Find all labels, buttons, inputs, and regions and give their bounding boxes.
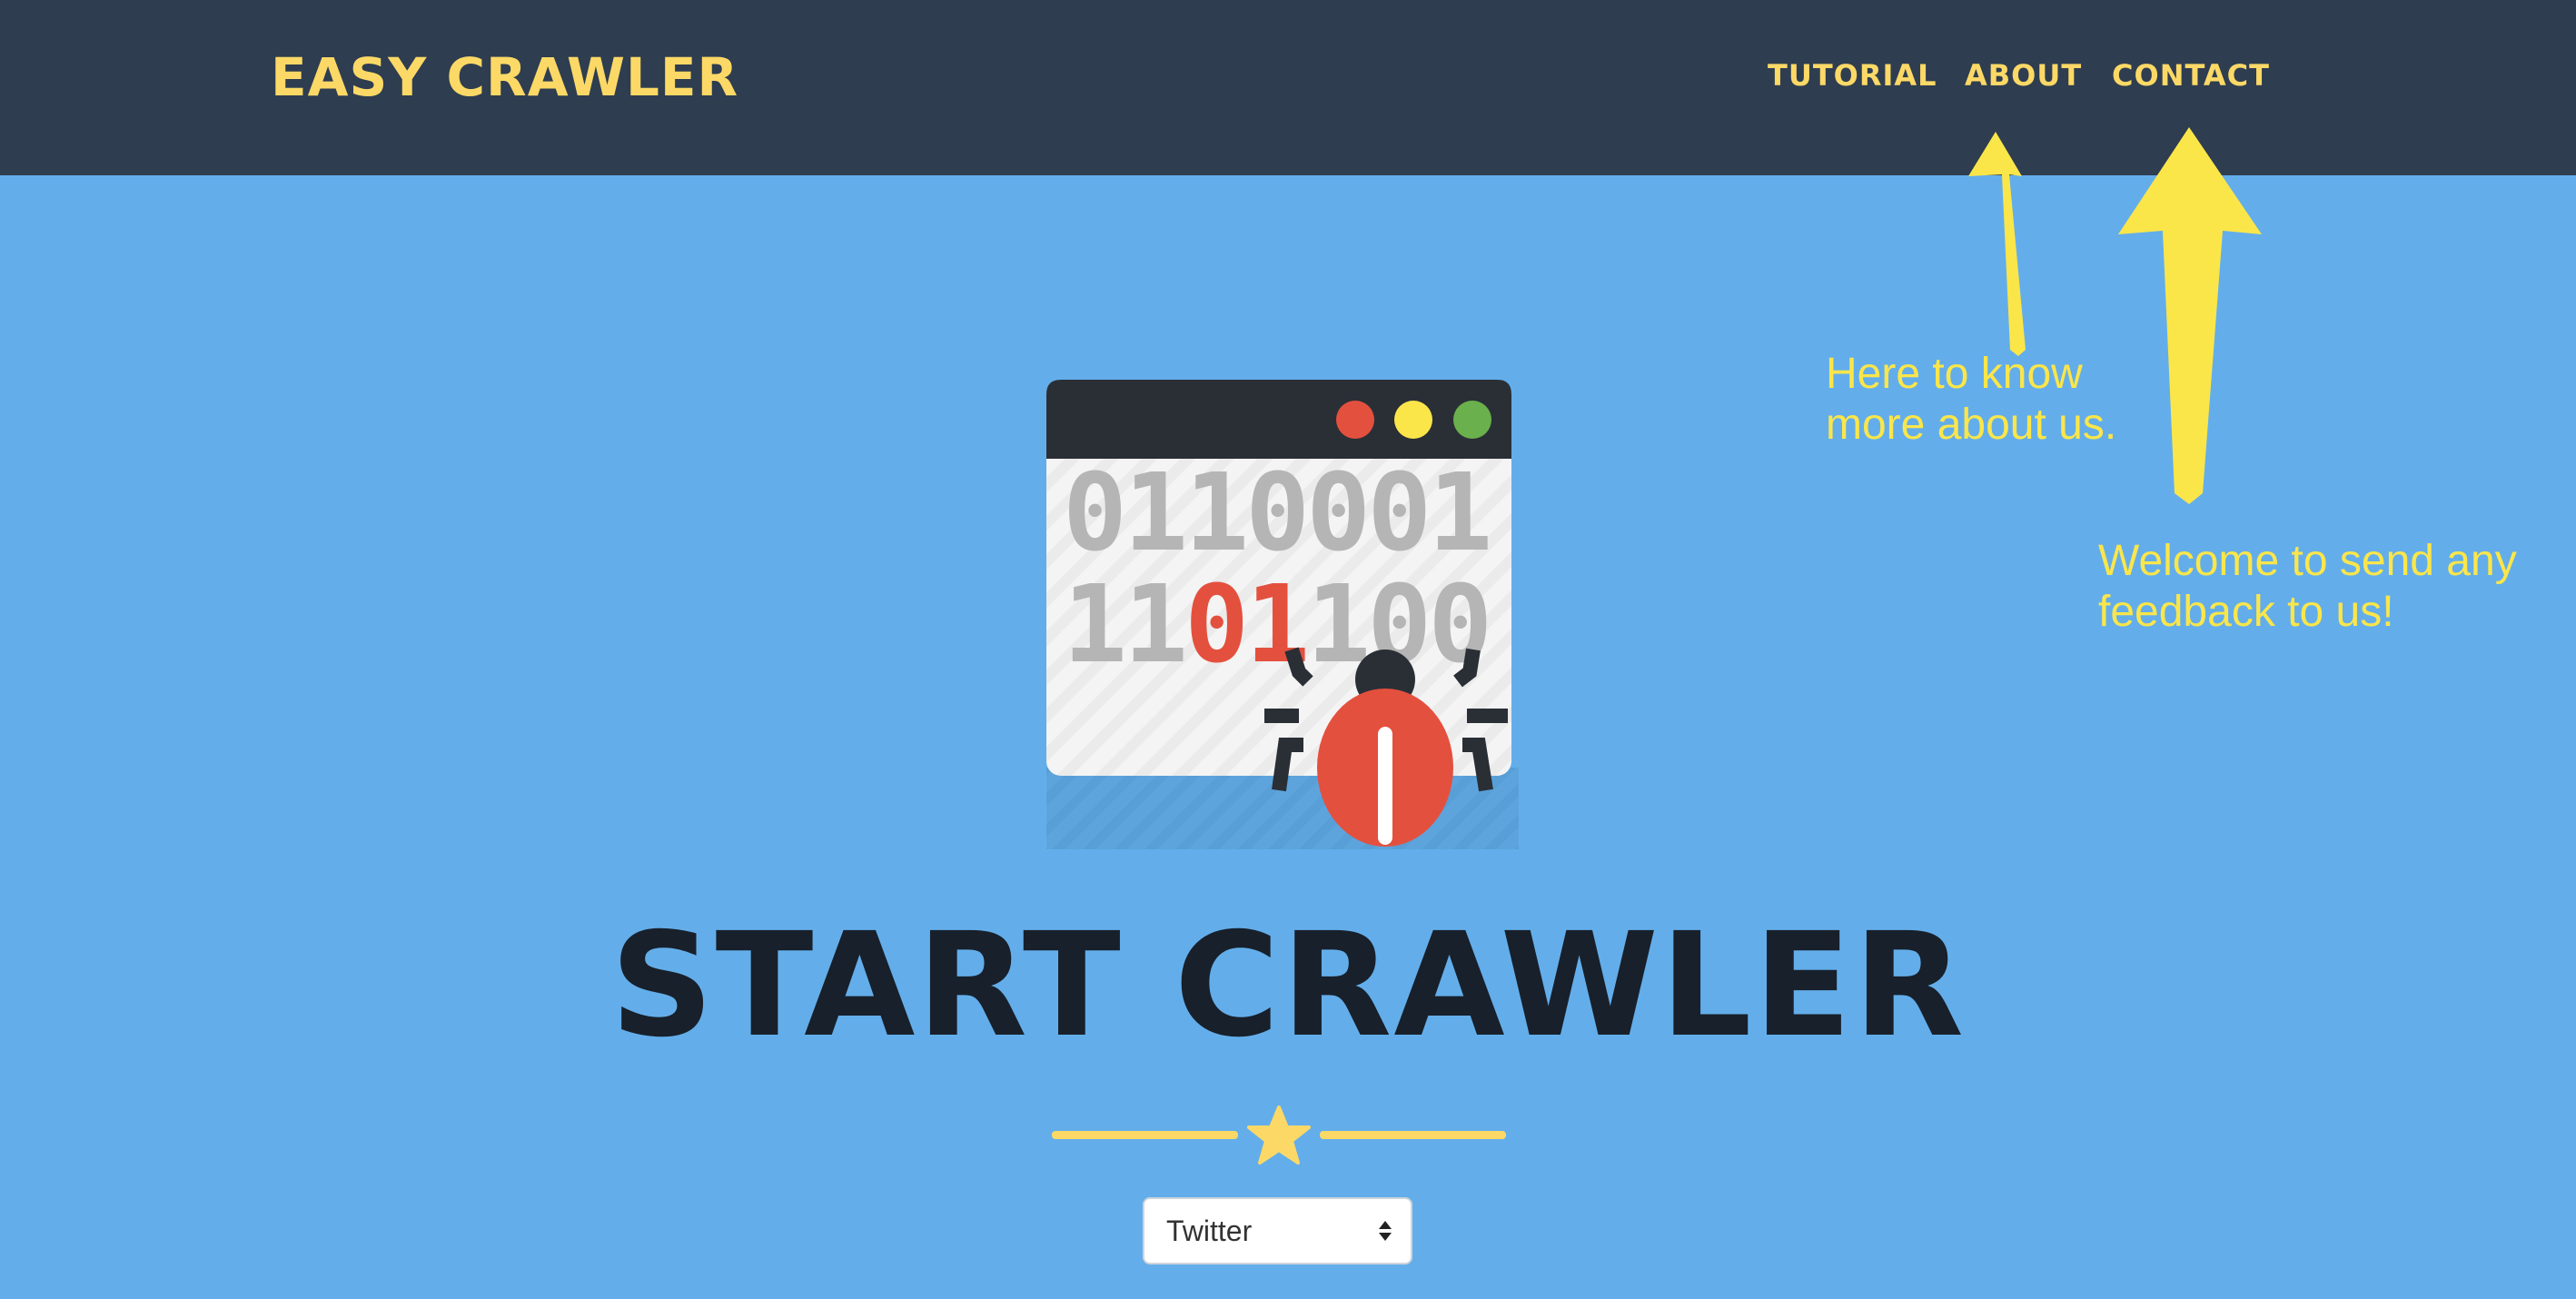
crawler-target-select[interactable]: Twitter <box>1143 1197 1412 1264</box>
nav-link-about[interactable]: ABOUT <box>1965 53 2082 98</box>
contact-annotation-line-2: feedback to us! <box>2098 588 2394 636</box>
page-title: START CRAWLER <box>609 902 1967 1069</box>
brand-logo[interactable]: EASY CRAWLER <box>271 36 738 118</box>
about-annotation-line-1: Here to know <box>1826 350 2083 398</box>
contact-annotation: Welcome to send any feedback to us! <box>2098 536 2517 638</box>
binary-row-2-pre: 11 <box>1063 561 1184 687</box>
about-annotation-line-2: more about us. <box>1826 401 2117 449</box>
close-dot-icon <box>1336 401 1374 439</box>
divider-line-left <box>1052 1131 1238 1139</box>
nav-link-contact[interactable]: CONTACT <box>2112 53 2270 98</box>
browser-titlebar <box>1046 380 1511 459</box>
nav-link-tutorial[interactable]: TUTORIAL <box>1768 53 1937 98</box>
select-caret-icon <box>1379 1221 1392 1241</box>
contact-annotation-line-1: Welcome to send any <box>2098 537 2517 585</box>
binary-row-1: 0110001 <box>1063 450 1489 575</box>
divider-line-right <box>1320 1131 1506 1139</box>
minimize-dot-icon <box>1394 401 1432 439</box>
arrow-up-icon <box>2118 127 2262 504</box>
binary-row-2-highlight: 01 <box>1184 561 1306 687</box>
browser-bug-icon: 0110001 1101100 <box>1046 380 1519 849</box>
select-value: Twitter <box>1166 1215 1253 1247</box>
navbar: EASY CRAWLER TUTORIAL ABOUT CONTACT <box>0 0 2576 175</box>
binary-row-2: 1101100 <box>1063 561 1489 687</box>
star-divider <box>1052 1106 1506 1165</box>
maximize-dot-icon <box>1453 401 1491 439</box>
star-icon <box>1247 1106 1311 1165</box>
about-annotation: Here to know more about us. <box>1826 349 2116 451</box>
